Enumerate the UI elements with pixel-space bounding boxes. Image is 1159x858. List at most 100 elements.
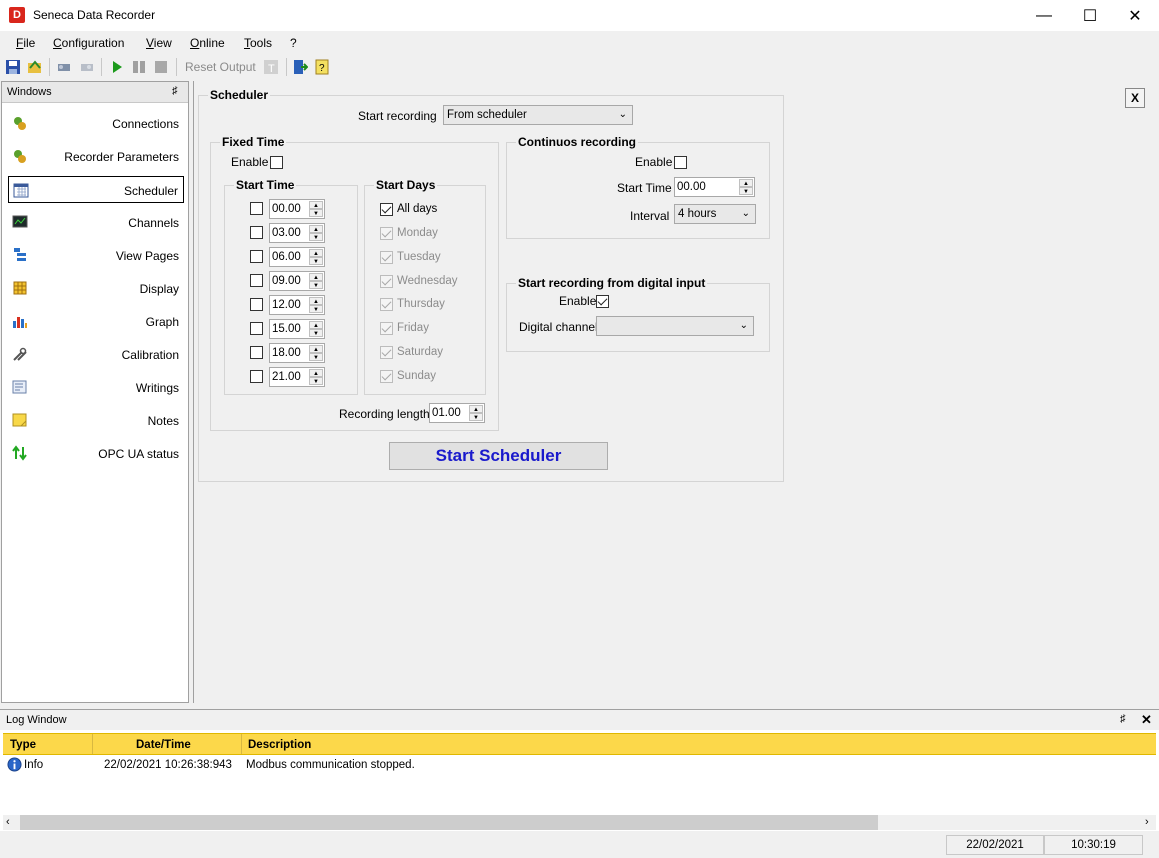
- time-checkbox[interactable]: [250, 370, 263, 383]
- sidebar-item-graph[interactable]: Graph: [8, 308, 184, 335]
- scroll-right-icon[interactable]: ›: [1145, 816, 1149, 828]
- minimize-button[interactable]: —: [1021, 0, 1067, 31]
- scheduler-title: Scheduler: [208, 88, 271, 102]
- chevron-down-icon: ⌄: [739, 320, 748, 331]
- text-tool-icon[interactable]: T: [263, 59, 279, 75]
- menu-configuration[interactable]: Configuration: [53, 36, 124, 50]
- day-checkbox[interactable]: [380, 298, 393, 311]
- spin-arrows-icon[interactable]: ▲ ▼: [309, 249, 323, 265]
- sidebar-item-channels[interactable]: Channels: [8, 209, 184, 236]
- time-stepper[interactable]: 18.00 ▲ ▼: [269, 343, 325, 363]
- interval-select[interactable]: 4 hours ⌄: [674, 204, 756, 224]
- day-checkbox[interactable]: [380, 322, 393, 335]
- day-label: Thursday: [397, 298, 445, 310]
- svg-text:T: T: [268, 63, 275, 75]
- sidebar-item-view-pages[interactable]: View Pages: [8, 242, 184, 269]
- digital-channel-select[interactable]: ⌄: [596, 316, 754, 336]
- sidebar-item-opc-ua-status[interactable]: OPC UA status: [8, 440, 184, 467]
- exit-icon[interactable]: [292, 59, 308, 75]
- note-icon: [12, 413, 27, 427]
- day-checkbox[interactable]: [380, 346, 393, 359]
- play-icon[interactable]: [109, 59, 125, 75]
- sidebar-item-display[interactable]: Display: [8, 275, 184, 302]
- table-row[interactable]: Info 22/02/2021 10:26:38:943 Modbus comm…: [3, 756, 1156, 776]
- day-checkbox[interactable]: [380, 275, 393, 288]
- column-header-description[interactable]: Description: [248, 739, 311, 751]
- spin-arrows-icon[interactable]: ▲ ▼: [739, 179, 753, 195]
- time-stepper[interactable]: 15.00 ▲ ▼: [269, 319, 325, 339]
- time-checkbox[interactable]: [250, 322, 263, 335]
- spin-arrows-icon[interactable]: ▲ ▼: [309, 369, 323, 385]
- menu-help[interactable]: ?: [290, 36, 297, 50]
- spin-arrows-icon[interactable]: ▲ ▼: [309, 225, 323, 241]
- open-icon[interactable]: [27, 59, 43, 75]
- menu-file[interactable]: File: [16, 36, 35, 50]
- time-checkbox[interactable]: [250, 202, 263, 215]
- column-header-type[interactable]: Type: [10, 739, 36, 751]
- scroll-left-icon[interactable]: ‹: [6, 816, 10, 828]
- time-stepper[interactable]: 00.00 ▲ ▼: [269, 199, 325, 219]
- time-stepper[interactable]: 21.00 ▲ ▼: [269, 367, 325, 387]
- pin-icon[interactable]: ♯: [1120, 713, 1126, 725]
- connect-icon[interactable]: [56, 59, 72, 75]
- disconnect-icon[interactable]: [79, 59, 95, 75]
- spin-arrows-icon[interactable]: ▲ ▼: [309, 321, 323, 337]
- digital-enable-checkbox[interactable]: [596, 295, 609, 308]
- day-checkbox[interactable]: [380, 251, 393, 264]
- stop-icon[interactable]: [153, 59, 169, 75]
- sidebar-item-recorder-parameters[interactable]: Recorder Parameters: [8, 143, 184, 170]
- time-value: 00.00: [272, 203, 301, 215]
- sidebar-item-label: Notes: [147, 414, 179, 428]
- digital-enable-label: Enable: [559, 294, 597, 308]
- sidebar-item-writings[interactable]: Writings: [8, 374, 184, 401]
- save-icon[interactable]: [5, 59, 21, 75]
- windows-panel-header: Windows ♯: [2, 82, 188, 103]
- log-description: Modbus communication stopped.: [246, 759, 415, 771]
- spin-arrows-icon[interactable]: ▲ ▼: [309, 201, 323, 217]
- menu-online[interactable]: Online: [190, 36, 225, 50]
- start-recording-select[interactable]: From scheduler ⌄: [443, 105, 633, 125]
- time-stepper[interactable]: 09.00 ▲ ▼: [269, 271, 325, 291]
- day-checkbox[interactable]: [380, 370, 393, 383]
- time-checkbox[interactable]: [250, 250, 263, 263]
- fixed-time-enable-checkbox[interactable]: [270, 156, 283, 169]
- close-window-button[interactable]: ✕: [1112, 0, 1158, 31]
- sidebar-item-notes[interactable]: Notes: [8, 407, 184, 434]
- close-panel-button[interactable]: X: [1125, 88, 1145, 108]
- sidebar-item-calibration[interactable]: Calibration: [8, 341, 184, 368]
- pages-icon: [14, 248, 26, 261]
- continuous-enable-checkbox[interactable]: [674, 156, 687, 169]
- sidebar-item-connections[interactable]: Connections: [8, 110, 184, 137]
- maximize-button[interactable]: ☐: [1067, 0, 1113, 31]
- spin-arrows-icon[interactable]: ▲ ▼: [309, 273, 323, 289]
- pause-icon[interactable]: [131, 59, 147, 75]
- time-stepper[interactable]: 03.00 ▲ ▼: [269, 223, 325, 243]
- scrollbar-thumb[interactable]: [20, 815, 878, 830]
- help-icon[interactable]: ?: [314, 59, 330, 75]
- time-checkbox[interactable]: [250, 346, 263, 359]
- sidebar-item-scheduler[interactable]: Scheduler: [8, 176, 184, 203]
- recording-length-stepper[interactable]: 01.00 ▲ ▼: [429, 403, 485, 423]
- continuous-start-time-stepper[interactable]: 00.00 ▲ ▼: [674, 177, 755, 197]
- day-checkbox[interactable]: [380, 227, 393, 240]
- time-stepper[interactable]: 06.00 ▲ ▼: [269, 247, 325, 267]
- pin-icon[interactable]: ♯: [172, 85, 178, 97]
- time-stepper[interactable]: 12.00 ▲ ▼: [269, 295, 325, 315]
- spin-arrows-icon[interactable]: ▲ ▼: [469, 405, 483, 421]
- menu-tools[interactable]: Tools: [244, 36, 272, 50]
- column-header-datetime[interactable]: Date/Time: [136, 739, 191, 751]
- reset-output-button[interactable]: Reset Output: [185, 60, 256, 74]
- log-window: Log Window ♯ ✕ Type Date/Time Descriptio…: [0, 709, 1159, 831]
- time-checkbox[interactable]: [250, 226, 263, 239]
- menu-view[interactable]: View: [146, 36, 172, 50]
- spin-arrows-icon[interactable]: ▲ ▼: [309, 345, 323, 361]
- fixed-time-title: Fixed Time: [220, 135, 287, 149]
- close-icon[interactable]: ✕: [1141, 712, 1152, 728]
- spin-arrows-icon[interactable]: ▲ ▼: [309, 297, 323, 313]
- time-checkbox[interactable]: [250, 274, 263, 287]
- start-scheduler-button[interactable]: Start Scheduler: [389, 442, 608, 470]
- time-value: 15.00: [272, 323, 301, 335]
- time-checkbox[interactable]: [250, 298, 263, 311]
- gears-icon: [14, 150, 26, 163]
- day-checkbox-all[interactable]: [380, 203, 393, 216]
